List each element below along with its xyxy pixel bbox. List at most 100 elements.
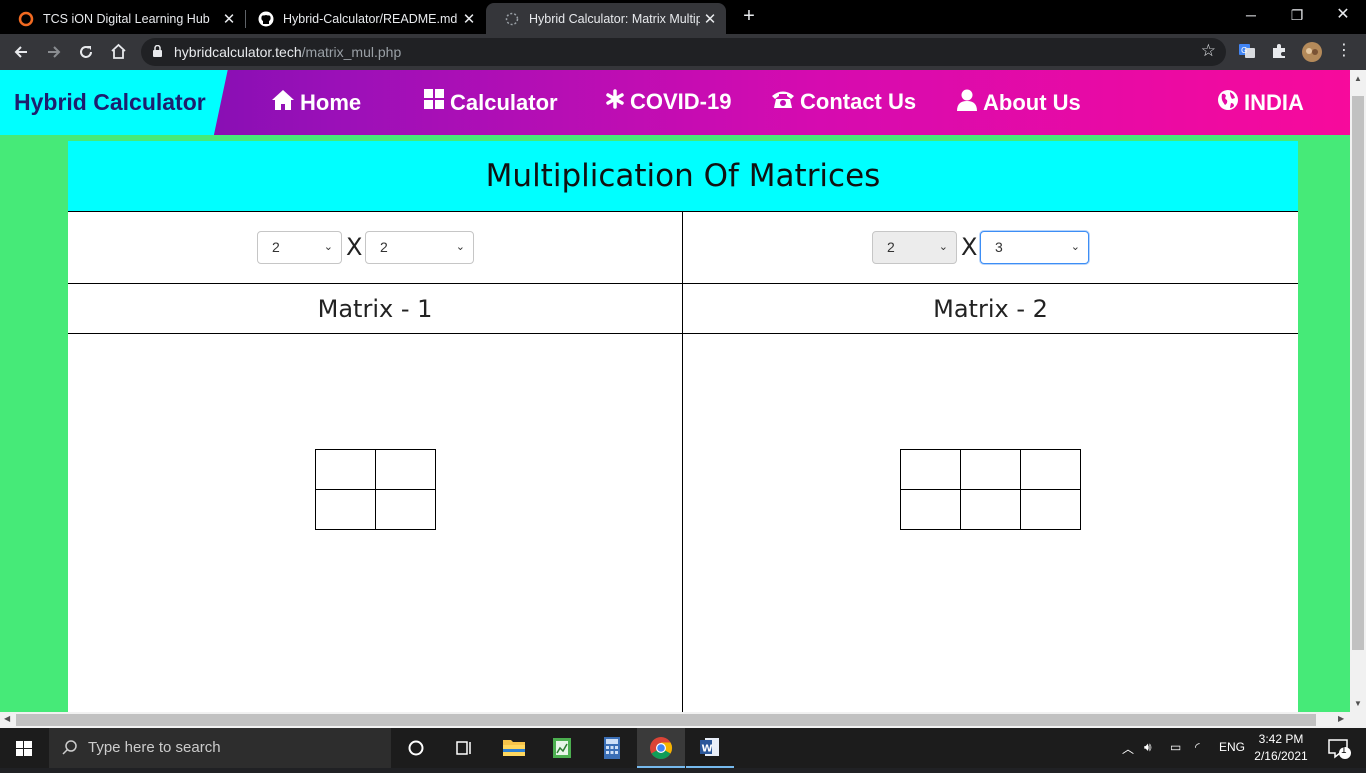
reload-button[interactable] [73, 39, 99, 65]
reload-icon [80, 46, 92, 58]
scroll-right-arrow-icon[interactable]: ▶ [1338, 714, 1344, 723]
notification-center-icon[interactable]: 1 [1318, 728, 1358, 768]
google-translate-icon[interactable]: G [1238, 42, 1258, 62]
grid-icon [424, 89, 445, 116]
matrix1-title: Matrix - 1 [68, 285, 682, 334]
nav-about[interactable]: About Us [956, 89, 1081, 117]
bookmark-star-icon[interactable]: ☆ [1201, 41, 1216, 61]
new-tab-button[interactable]: + [738, 5, 760, 28]
matrix1-cell-input[interactable] [376, 450, 434, 489]
cortana-icon[interactable] [392, 728, 440, 768]
phone-icon [771, 89, 795, 115]
chrome-menu-icon[interactable]: ⋮ [1334, 42, 1354, 62]
horizontal-scroll-thumb[interactable] [16, 714, 1316, 726]
matrix2-rows-select[interactable]: 2 ⌄ [872, 231, 957, 264]
show-hidden-icons-chevron-icon[interactable]: ︿ [1122, 740, 1134, 757]
nav-india[interactable]: INDIA [1217, 89, 1304, 117]
battery-icon[interactable]: ▭ [1170, 740, 1181, 754]
close-tab-icon[interactable]: ✕ [219, 10, 239, 28]
close-tab-icon[interactable]: ✕ [459, 10, 479, 28]
close-tab-icon[interactable]: ✕ [700, 10, 720, 28]
calculator-app-icon[interactable] [588, 728, 636, 768]
address-bar[interactable]: hybridcalculator.tech/matrix_mul.php ☆ [141, 38, 1226, 66]
matrix2-rows-value: 2 [887, 239, 895, 255]
svg-text:G: G [1241, 46, 1247, 55]
chevron-down-icon: ⌄ [938, 241, 948, 253]
matrix2-cell-input[interactable] [961, 490, 1019, 529]
matrix1-cell-input[interactable] [376, 490, 434, 529]
scroll-left-arrow-icon[interactable]: ◀ [4, 714, 10, 723]
minimize-button[interactable]: ─ [1228, 0, 1274, 34]
times-symbol: X [346, 233, 363, 261]
vertical-scroll-thumb[interactable] [1352, 96, 1364, 650]
home-icon [271, 89, 295, 117]
tab-title: Hybrid-Calculator/README.md a [283, 11, 459, 26]
matrix2-title: Matrix - 2 [683, 285, 1298, 334]
matrix1-cell [315, 489, 376, 530]
browser-tab-active[interactable]: Hybrid Calculator: Matrix Multipli ✕ [486, 3, 726, 34]
close-window-button[interactable]: ✕ [1320, 0, 1366, 34]
home-button[interactable] [105, 39, 131, 65]
matrix1-cell-input[interactable] [316, 450, 374, 489]
matrix2-row [900, 449, 1081, 490]
matrix2-cols-select[interactable]: 3 ⌄ [980, 231, 1089, 264]
matrix2-cell-input[interactable] [901, 450, 959, 489]
page-title: Multiplication Of Matrices [485, 158, 881, 194]
scroll-down-arrow-icon[interactable]: ▼ [1350, 699, 1366, 708]
svg-text:W: W [702, 744, 713, 755]
start-button[interactable] [0, 728, 48, 768]
matrix2-row [900, 489, 1081, 530]
matrix1-dimension-row: 2 ⌄ X 2 ⌄ [68, 212, 682, 284]
matrix2-cell-input[interactable] [1021, 450, 1079, 489]
matrix2-cell-input[interactable] [901, 490, 959, 529]
word-app-icon[interactable]: W [686, 728, 734, 768]
matrix1-grid [315, 449, 436, 530]
matrix2-cell-input[interactable] [1021, 490, 1079, 529]
matrix1-rows-value: 2 [272, 239, 280, 255]
chevron-down-icon: ⌄ [323, 241, 333, 253]
matrix1-cell-input[interactable] [316, 490, 374, 529]
extensions-puzzle-icon[interactable] [1270, 42, 1290, 62]
globe-icon [1217, 89, 1239, 117]
scroll-up-arrow-icon[interactable]: ▲ [1350, 74, 1366, 83]
taskbar-search-box[interactable]: Type here to search [49, 728, 391, 768]
nav-contact[interactable]: Contact Us [771, 89, 916, 115]
sheets-app-icon[interactable] [538, 728, 586, 768]
speaker-icon[interactable]: 🔊︎ [1144, 740, 1152, 755]
browser-tab-tcs[interactable]: TCS iON Digital Learning Hub ✕ [0, 3, 245, 34]
file-explorer-icon[interactable] [490, 728, 538, 768]
page-viewport: Hybrid Calculator Home Calculator COVID-… [0, 70, 1350, 712]
horizontal-scrollbar[interactable]: ◀ ▶ [0, 712, 1366, 728]
taskbar-clock[interactable]: 3:42 PM 2/16/2021 [1248, 731, 1314, 765]
language-indicator[interactable]: ENG [1219, 740, 1245, 754]
matrix1-row [315, 449, 436, 490]
brand-text: Hybrid Calculator [14, 89, 206, 115]
browser-toolbar: hybridcalculator.tech/matrix_mul.php ☆ G… [0, 34, 1366, 70]
url-text: hybridcalculator.tech/matrix_mul.php [174, 44, 401, 60]
wifi-icon[interactable]: ◜ [1195, 740, 1200, 754]
nav-calculator[interactable]: Calculator [424, 89, 558, 116]
asterisk-icon [605, 89, 625, 115]
nav-covid[interactable]: COVID-19 [605, 89, 731, 115]
matrix1-cols-select[interactable]: 2 ⌄ [365, 231, 474, 264]
back-button[interactable] [8, 39, 34, 65]
url-path: /matrix_mul.php [301, 44, 402, 60]
matrix1-cell [375, 489, 436, 530]
matrix2-cell-input[interactable] [961, 450, 1019, 489]
site-brand[interactable]: Hybrid Calculator [0, 70, 230, 135]
task-view-icon[interactable] [440, 728, 488, 768]
browser-tab-github[interactable]: Hybrid-Calculator/README.md a ✕ [240, 3, 485, 34]
forward-button[interactable] [41, 39, 67, 65]
matrix1-rows-select[interactable]: 2 ⌄ [257, 231, 342, 264]
clock-time: 3:42 PM [1258, 732, 1304, 746]
restore-button[interactable]: ❐ [1274, 0, 1320, 34]
nav-home[interactable]: Home [271, 89, 361, 117]
profile-avatar[interactable] [1302, 42, 1322, 62]
chrome-app-icon[interactable] [637, 728, 685, 768]
tab-title: TCS iON Digital Learning Hub [43, 11, 210, 26]
matrix2-cell [960, 489, 1021, 530]
loading-spinner-icon [504, 11, 520, 27]
vertical-scrollbar[interactable]: ▲ ▼ [1350, 70, 1366, 712]
nav-home-label: Home [300, 90, 362, 115]
lock-icon [153, 45, 162, 57]
